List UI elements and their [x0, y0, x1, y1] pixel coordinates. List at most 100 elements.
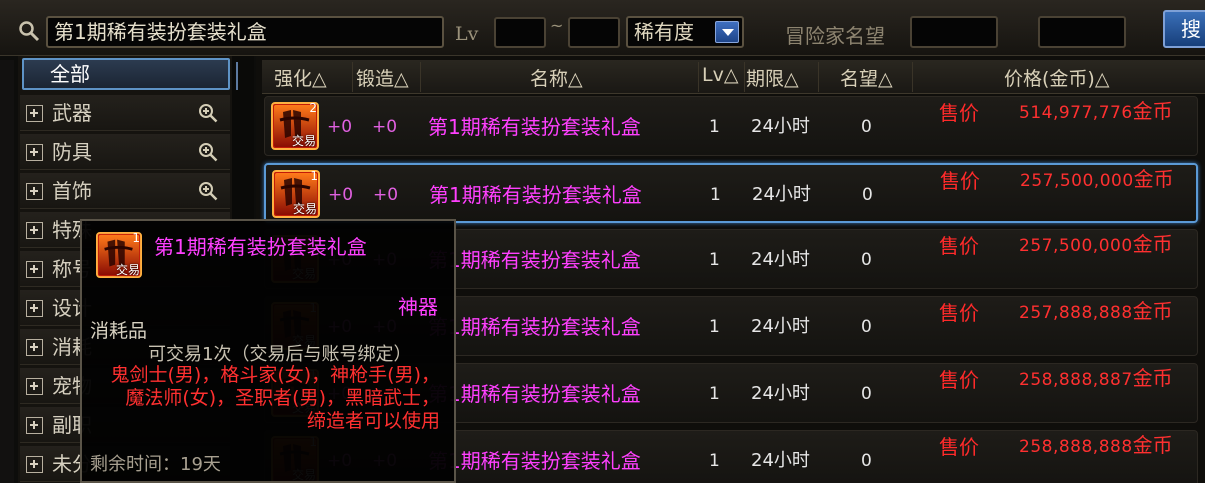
fame-max-input[interactable] [1038, 16, 1126, 48]
col-header-lv[interactable]: Lv△ [702, 64, 738, 86]
expand-plus-icon[interactable] [26, 417, 43, 434]
price-unit: 金币 [1132, 232, 1173, 256]
tooltip-grade: 神器 [398, 295, 438, 319]
expand-plus-icon[interactable] [26, 183, 43, 200]
table-row[interactable]: 2 交易 +0 +0 第1期稀有装扮套装礼盒 1 24小时 0 售价 514,977,776金币 [264, 96, 1198, 156]
expand-plus-icon[interactable] [26, 378, 43, 395]
level-min-input[interactable] [494, 17, 546, 48]
item-count: 2 [309, 101, 317, 115]
fame-min-input[interactable] [910, 16, 998, 48]
price-amount: 258,888,888 [1019, 437, 1133, 457]
expand-plus-icon[interactable] [26, 339, 43, 356]
sell-price-label: 售价 [939, 101, 979, 125]
category-label: 防具 [52, 140, 92, 164]
search-input[interactable]: 第1期稀有装扮套装礼盒 [46, 16, 444, 48]
item-fame: 0 [861, 317, 872, 337]
item-fame: 0 [862, 185, 873, 205]
col-header-name[interactable]: 名称△ [530, 64, 583, 91]
col-divider [912, 62, 913, 92]
item-level: 1 [709, 250, 720, 270]
item-name: 第1期稀有装扮套装礼盒 [428, 115, 641, 139]
tooltip-trade-info: 可交易1次（交易后与账号绑定） [148, 344, 412, 365]
col-header-strengthen[interactable]: 强化△ [274, 64, 327, 91]
item-level: 1 [710, 185, 721, 205]
fame-label: 冒险家名望 [785, 24, 885, 48]
item-period: 24小时 [751, 383, 810, 404]
category-item[interactable]: 武器 [20, 95, 230, 131]
col-divider [818, 62, 819, 92]
item-level: 1 [709, 317, 720, 337]
item-period: 24小时 [751, 316, 810, 337]
item-level: 1 [709, 384, 720, 404]
expand-plus-icon[interactable] [26, 456, 43, 473]
price-amount: 257,500,000 [1020, 171, 1134, 191]
item-fame: 0 [861, 250, 872, 270]
col-divider [698, 62, 699, 92]
price-value: 257,888,888金币 [1019, 281, 1173, 341]
search-icon [19, 21, 40, 42]
magnifier-plus-icon[interactable] [198, 142, 218, 162]
price-value: 258,888,888金币 [1019, 415, 1173, 475]
price-unit: 金币 [1133, 167, 1174, 191]
col-divider [352, 62, 353, 92]
price-amount: 257,500,000 [1019, 236, 1133, 256]
category-all[interactable]: 全部 [22, 58, 230, 90]
tooltip-type: 消耗品 [90, 320, 148, 342]
col-header-period[interactable]: 期限△ [746, 64, 799, 91]
item-period: 24小时 [752, 184, 811, 205]
price-value: 257,500,000金币 [1019, 214, 1173, 274]
col-header-fame[interactable]: 名望△ [840, 64, 893, 91]
magnifier-plus-icon[interactable] [198, 181, 218, 201]
level-max-input[interactable] [568, 17, 620, 48]
category-item[interactable]: 首饰 [20, 173, 230, 209]
price-unit: 金币 [1132, 433, 1173, 457]
expand-plus-icon[interactable] [26, 222, 43, 239]
tooltip-job-line: 缔造者可以使用 [306, 410, 440, 432]
sell-price-label: 售价 [939, 368, 979, 392]
strengthen-value: +0 [328, 185, 354, 205]
rarity-select[interactable]: 稀有度 [626, 16, 744, 48]
sell-price-label: 售价 [940, 169, 980, 193]
gift-box-icon: 2 交易 [271, 101, 319, 150]
level-label: Lv [455, 23, 479, 45]
sell-price-label: 售价 [939, 234, 979, 258]
search-button[interactable]: 搜 [1163, 10, 1205, 48]
tooltip-remaining-time: 剩余时间：19天 [90, 454, 221, 475]
item-period: 24小时 [751, 249, 810, 270]
level-range-separator: ~ [550, 16, 564, 35]
magnifier-plus-icon[interactable] [198, 103, 218, 123]
price-unit: 金币 [1132, 99, 1173, 123]
col-divider [744, 62, 745, 92]
price-amount: 257,888,888 [1019, 303, 1133, 323]
expand-plus-icon[interactable] [26, 144, 43, 161]
trade-tag: 交易 [292, 202, 317, 216]
item-level: 1 [709, 451, 720, 471]
expand-plus-icon[interactable] [26, 105, 43, 122]
scroll-thumb[interactable] [236, 62, 250, 90]
expand-plus-icon[interactable] [26, 261, 43, 278]
forge-value: +0 [373, 185, 399, 205]
trade-tag: 交易 [115, 263, 140, 277]
col-header-forge[interactable]: 锻造△ [356, 64, 409, 91]
forge-value: +0 [372, 117, 398, 137]
sell-price-label: 售价 [939, 301, 979, 325]
sell-price-label: 售价 [939, 435, 979, 459]
gift-box-icon: 1 交易 [272, 169, 320, 218]
chevron-down-icon[interactable] [715, 21, 739, 43]
item-period: 24小时 [751, 116, 810, 137]
category-label: 首饰 [52, 179, 92, 203]
item-count: 1 [310, 169, 318, 183]
tooltip-job-line: 鬼剑士(男)，格斗家(女)，神枪手(男)， [110, 364, 440, 386]
item-name: 第1期稀有装扮套装礼盒 [428, 449, 641, 473]
item-period: 24小时 [751, 450, 810, 471]
price-value: 257,500,000金币 [1020, 149, 1174, 209]
price-unit: 金币 [1132, 366, 1173, 390]
expand-plus-icon[interactable] [26, 300, 43, 317]
left-frame [0, 60, 14, 483]
price-value: 258,888,887金币 [1019, 348, 1173, 408]
category-item[interactable]: 防具 [20, 134, 230, 170]
item-fame: 0 [861, 451, 872, 471]
search-toolbar: 第1期稀有装扮套装礼盒 Lv ~ 稀有度 冒险家名望 搜 [0, 0, 1205, 56]
strengthen-value: +0 [327, 117, 353, 137]
item-tooltip: 1 交易 第1期稀有装扮套装礼盒 神器 消耗品 可交易1次（交易后与账号绑定） … [80, 219, 456, 483]
